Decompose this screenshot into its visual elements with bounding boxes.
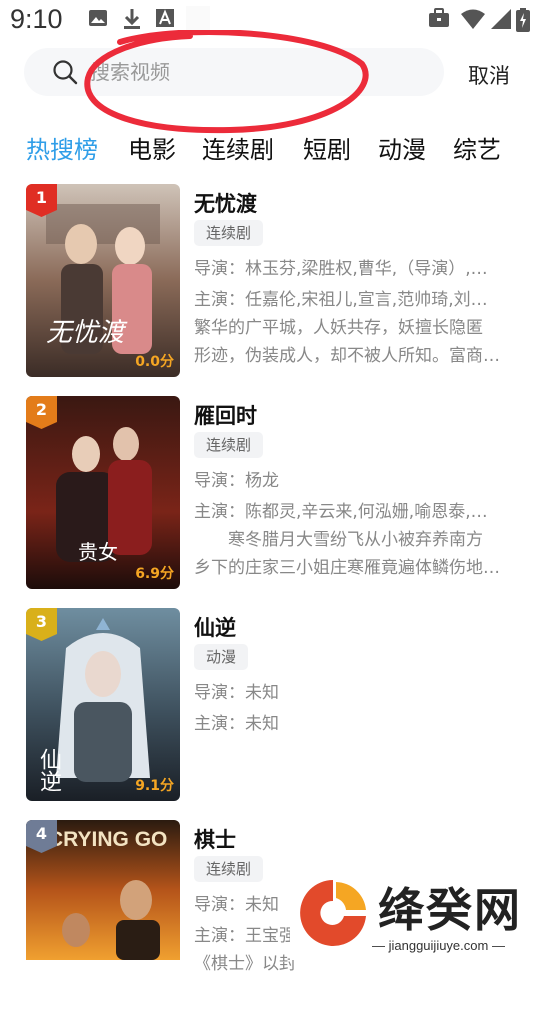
rank-number: 4 [35,824,48,843]
item-title[interactable]: 雁回时 [194,400,257,430]
briefcase-icon [429,8,449,27]
description: 繁华的广平城，人妖共存，妖擅长隐匿 形迹，伪装成人，却不被人所知。富商之女 [194,314,500,370]
poster-image[interactable]: CRYING GO 4 [26,820,180,960]
description-line: 乡下的庄家三小姐庄寒雁竟遍体鳞伤地回到 [194,558,500,578]
list-item[interactable]: 贵女 2 6.9分 雁回时 连续剧 导演：杨龙 主演：陈都灵,辛云来,何泓姗,喻… [0,396,540,590]
gallery-icon [89,10,107,26]
site-watermark: 绛癸网 — jiangguijiuye.com — [290,868,540,960]
tab-variety[interactable]: 综艺 [453,130,501,165]
status-time: 9:10 [10,4,63,34]
poster-title-art: 贵女 [78,540,118,564]
search-bar[interactable] [24,48,444,96]
item-title[interactable]: 仙逆 [194,612,236,642]
wifi-icon [461,9,485,29]
watermark-url: — jiangguijiuye.com — [372,938,505,953]
score: 0.0分 [135,354,174,370]
tab-movies[interactable]: 电影 [128,130,176,165]
category-tabs: 热搜榜 电影 连续剧 短剧 动漫 综艺 [0,130,540,166]
description-line: 繁华的广平城，人妖共存，妖擅长隐匿 [194,318,483,338]
poster-image[interactable]: 贵女 2 6.9分 [26,396,180,589]
cast-line: 主演：陈都灵,辛云来,何泓姗,喻恩泰,王劲松 [194,502,500,522]
genre-tag: 连续剧 [194,220,264,246]
tab-series[interactable]: 连续剧 [202,130,274,165]
list-item[interactable]: 无忧渡 1 0.0分 无忧渡 连续剧 导演：林玉芬,梁胜权,曹华,（导演）,于中… [0,184,540,378]
watermark-logo [300,880,366,946]
director-line: 导演：杨龙 [194,471,279,491]
poster-image[interactable]: 仙逆 3 9.1分 [26,608,180,801]
cast-line: 主演：未知 [194,714,279,734]
genre-tag: 连续剧 [194,856,264,882]
tab-hot-search[interactable]: 热搜榜 [26,130,98,165]
director-line: 导演：未知 [194,683,279,703]
search-icon [53,60,78,85]
tab-short-drama[interactable]: 短剧 [303,130,351,165]
rank-number: 1 [35,188,48,207]
description-line: 形迹，伪装成人，却不被人所知。富商之女 [194,346,500,366]
description: 寒冬腊月大雪纷飞从小被弃养南方 乡下的庄家三小姐庄寒雁竟遍体鳞伤地回到 [194,526,500,582]
rank-number: 2 [35,400,48,419]
poster-title-art: 无忧渡 [46,318,125,348]
watermark-name: 绛癸网 [378,883,522,937]
score: 6.9分 [135,566,174,582]
description-line: 寒冬腊月大雪纷飞从小被弃养南方 [194,530,483,550]
status-bar: 9:10 [0,0,540,40]
search-input[interactable] [90,54,420,90]
genre-tag: 连续剧 [194,432,264,458]
font-icon [156,9,174,27]
score: 9.1分 [135,778,174,794]
cancel-button[interactable]: 取消 [468,60,510,90]
rank-number: 3 [35,612,48,631]
cast-line: 主演：任嘉伦,宋祖儿,宣言,范帅琦,刘端端 [194,290,500,310]
poster-title-art: 仙逆 [36,748,61,792]
tab-anime[interactable]: 动漫 [378,130,426,165]
list-item[interactable]: 仙逆 3 9.1分 仙逆 动漫 导演：未知 主演：未知 [0,608,540,802]
director-line: 导演：林玉芬,梁胜权,曹华,（导演）,于中中,（导演） [194,259,500,279]
battery-charging-icon [516,8,530,32]
signal-icon [491,9,511,29]
genre-tag: 动漫 [194,644,249,670]
download-icon [124,9,140,29]
item-title[interactable]: 棋士 [194,824,236,854]
poster-image[interactable]: 无忧渡 1 0.0分 [26,184,180,377]
blank-icon [186,6,210,30]
item-title[interactable]: 无忧渡 [194,188,257,218]
poster-title-art: CRYING GO [48,828,168,851]
